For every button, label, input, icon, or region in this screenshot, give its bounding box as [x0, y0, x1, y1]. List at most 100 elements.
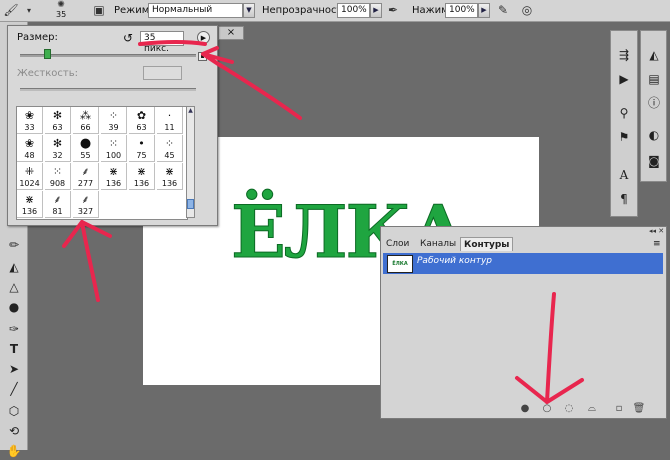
blur-tool-icon[interactable]: △	[4, 278, 24, 296]
brush-preset-cell[interactable]: ❀ 33	[17, 107, 43, 134]
brush-tool-icon[interactable]: 🖌	[2, 2, 20, 19]
brush-tip-icon: ⋇	[136, 165, 147, 178]
navigator-icon[interactable]: ◭	[644, 45, 664, 65]
color-panel-icon[interactable]: ◐	[644, 125, 664, 145]
hardness-input[interactable]	[143, 66, 182, 80]
brush-size-label: 136	[21, 207, 38, 216]
brush-preset-cell[interactable]: • 75	[129, 135, 155, 162]
brush-panel-icon[interactable]: ▣	[90, 2, 108, 19]
history-panel-icon[interactable]: ⇶	[614, 45, 634, 65]
fill-path-icon[interactable]: ●	[518, 402, 532, 416]
brush-preset-cell[interactable]: ⁘ 45	[157, 135, 183, 162]
tab-layers[interactable]: Слои	[383, 237, 412, 251]
path-name: Рабочий контур	[417, 256, 492, 266]
size-input[interactable]: 35 пикс.	[140, 31, 184, 54]
dropdown-arrow-icon[interactable]: ▾	[20, 2, 38, 19]
brush-size-label: 75	[136, 151, 147, 160]
load-path-as-selection-icon[interactable]: ◌	[562, 402, 576, 416]
brush-preset-cell[interactable]: ⸙ 81	[45, 191, 71, 218]
brush-grid-scrollbar[interactable]: ▲	[186, 106, 195, 218]
brush-size-label: 136	[105, 179, 122, 188]
tool-presets-icon[interactable]: ⚲	[614, 103, 634, 123]
flow-input[interactable]: 100%	[445, 3, 478, 18]
hand-tool-icon[interactable]: ✋	[4, 442, 24, 460]
brush-preset-cell[interactable]: ⁙ 908	[45, 163, 71, 190]
brush-tip-icon: ⁙	[52, 165, 63, 178]
brush-tip-icon: ⁙	[108, 137, 119, 150]
brush-size-label: 908	[49, 179, 66, 188]
opacity-input[interactable]: 100%	[337, 3, 370, 18]
tab-paths[interactable]: Контуры	[460, 237, 514, 251]
pressure-icon[interactable]: ✎	[494, 2, 512, 19]
hardness-slider-track[interactable]	[20, 88, 196, 91]
collapse-panel-icon[interactable]: ◂◂ ✕	[649, 227, 664, 235]
brush-preset-cell[interactable]: ✿ 63	[129, 107, 155, 134]
menu-arrow-icon[interactable]: ▶	[197, 31, 210, 44]
info-panel-icon[interactable]: ⓘ	[644, 93, 664, 113]
brush-preset-cell[interactable]: ❀ 48	[17, 135, 43, 162]
brush-preset-cell[interactable]: ● 55	[73, 135, 99, 162]
character-panel-icon[interactable]: A	[614, 165, 634, 185]
brush-tip-icon: ⁘	[164, 137, 175, 150]
path-selection-icon[interactable]: ➤	[4, 360, 24, 378]
scroll-thumb[interactable]	[187, 199, 194, 209]
dodge-tool-icon[interactable]: ●	[4, 298, 24, 316]
brush-preset-cell[interactable]: ⋇ 136	[17, 191, 43, 218]
3d-orbit-icon[interactable]: ⟲	[4, 422, 24, 440]
brush-preset-cell[interactable]: ✻ 32	[45, 135, 71, 162]
document-close-button[interactable]: ×	[218, 26, 244, 40]
3d-rotate-icon[interactable]: ⬡	[4, 402, 24, 420]
brush-preset-cell[interactable]: ⸙ 327	[73, 191, 99, 218]
right-panel-strip: ⇶ ▶ ⚲ ⚑ A ¶	[610, 30, 638, 217]
size-slider-handle[interactable]	[44, 49, 51, 59]
mode-label: Режим:	[114, 5, 153, 16]
adjustments-icon[interactable]: ◙	[644, 151, 664, 171]
tab-channels[interactable]: Каналы	[417, 237, 459, 251]
histogram-icon[interactable]: ▤	[644, 69, 664, 89]
brush-preset-cell[interactable]: ⁂ 66	[73, 107, 99, 134]
panel-menu-icon[interactable]: ≡	[653, 239, 661, 249]
brush-preset-cell[interactable]: ✻ 63	[45, 107, 71, 134]
brush-preset-cell[interactable]: · 11	[157, 107, 183, 134]
delete-path-icon[interactable]: 🗑	[632, 402, 646, 416]
flow-arrow-button[interactable]: ▶	[478, 3, 490, 18]
brush-tip-icon: ⸙	[81, 165, 90, 178]
paint-bucket-icon[interactable]: ◭	[4, 258, 24, 276]
options-bar: 🖌 ▾ ✺ 35 ▣ Режим: Нормальный ▼ Непрозрач…	[0, 0, 670, 22]
brush-size-label: 81	[52, 207, 63, 216]
brush-tip-icon: ⁘	[108, 109, 119, 122]
brush-size-label: 48	[24, 151, 35, 160]
brush-preset-cell[interactable]: ⋇ 136	[101, 163, 127, 190]
brush-size-label: 11	[164, 123, 175, 132]
brush-preset-cell[interactable]: ⸙ 277	[73, 163, 99, 190]
brush-preset-cell[interactable]: ⋇ 136	[129, 163, 155, 190]
line-tool-icon[interactable]: ╱	[4, 380, 24, 398]
brush-preset-cell[interactable]: ⋇ 136	[157, 163, 183, 190]
new-preset-icon[interactable]: ▪	[198, 52, 207, 61]
brush-tip-icon: ●	[79, 136, 92, 151]
paragraph-panel-icon[interactable]: ¶	[614, 189, 634, 209]
stroke-path-icon[interactable]: ○	[540, 402, 554, 416]
opacity-arrow-button[interactable]: ▶	[370, 3, 382, 18]
text-tool-icon[interactable]: T	[4, 340, 24, 358]
brush-tool-icon[interactable]: ✏	[4, 236, 24, 254]
brush-preset-cell[interactable]: ⁙ 100	[101, 135, 127, 162]
brush-tip-icon: ⋇	[108, 165, 119, 178]
create-new-path-icon[interactable]: ▫	[612, 402, 626, 416]
airbrush-icon[interactable]: ✒	[384, 2, 402, 19]
path-row[interactable]: ЁЛКА Рабочий контур	[383, 253, 663, 274]
brush-tip-icon: ⁂	[80, 109, 91, 122]
actions-panel-icon[interactable]: ▶	[614, 69, 634, 89]
make-work-path-icon[interactable]: ⌓	[585, 402, 599, 416]
clone-source-icon[interactable]: ⚑	[614, 127, 634, 147]
tablet-icon[interactable]: ◎	[518, 2, 536, 19]
brush-preset-cell[interactable]: ⁜ 1024	[17, 163, 43, 190]
brush-tip-icon: ⋇	[164, 165, 175, 178]
brush-tip-icon: ✻	[52, 137, 63, 150]
mode-select[interactable]: Нормальный	[148, 3, 243, 18]
reset-size-icon[interactable]: ↺	[123, 31, 133, 45]
brush-preset-cell[interactable]: ⁘ 39	[101, 107, 127, 134]
scroll-up-icon[interactable]: ▲	[187, 107, 194, 115]
mode-dropdown-button[interactable]: ▼	[243, 3, 255, 18]
pen-tool-icon[interactable]: ✑	[4, 320, 24, 338]
